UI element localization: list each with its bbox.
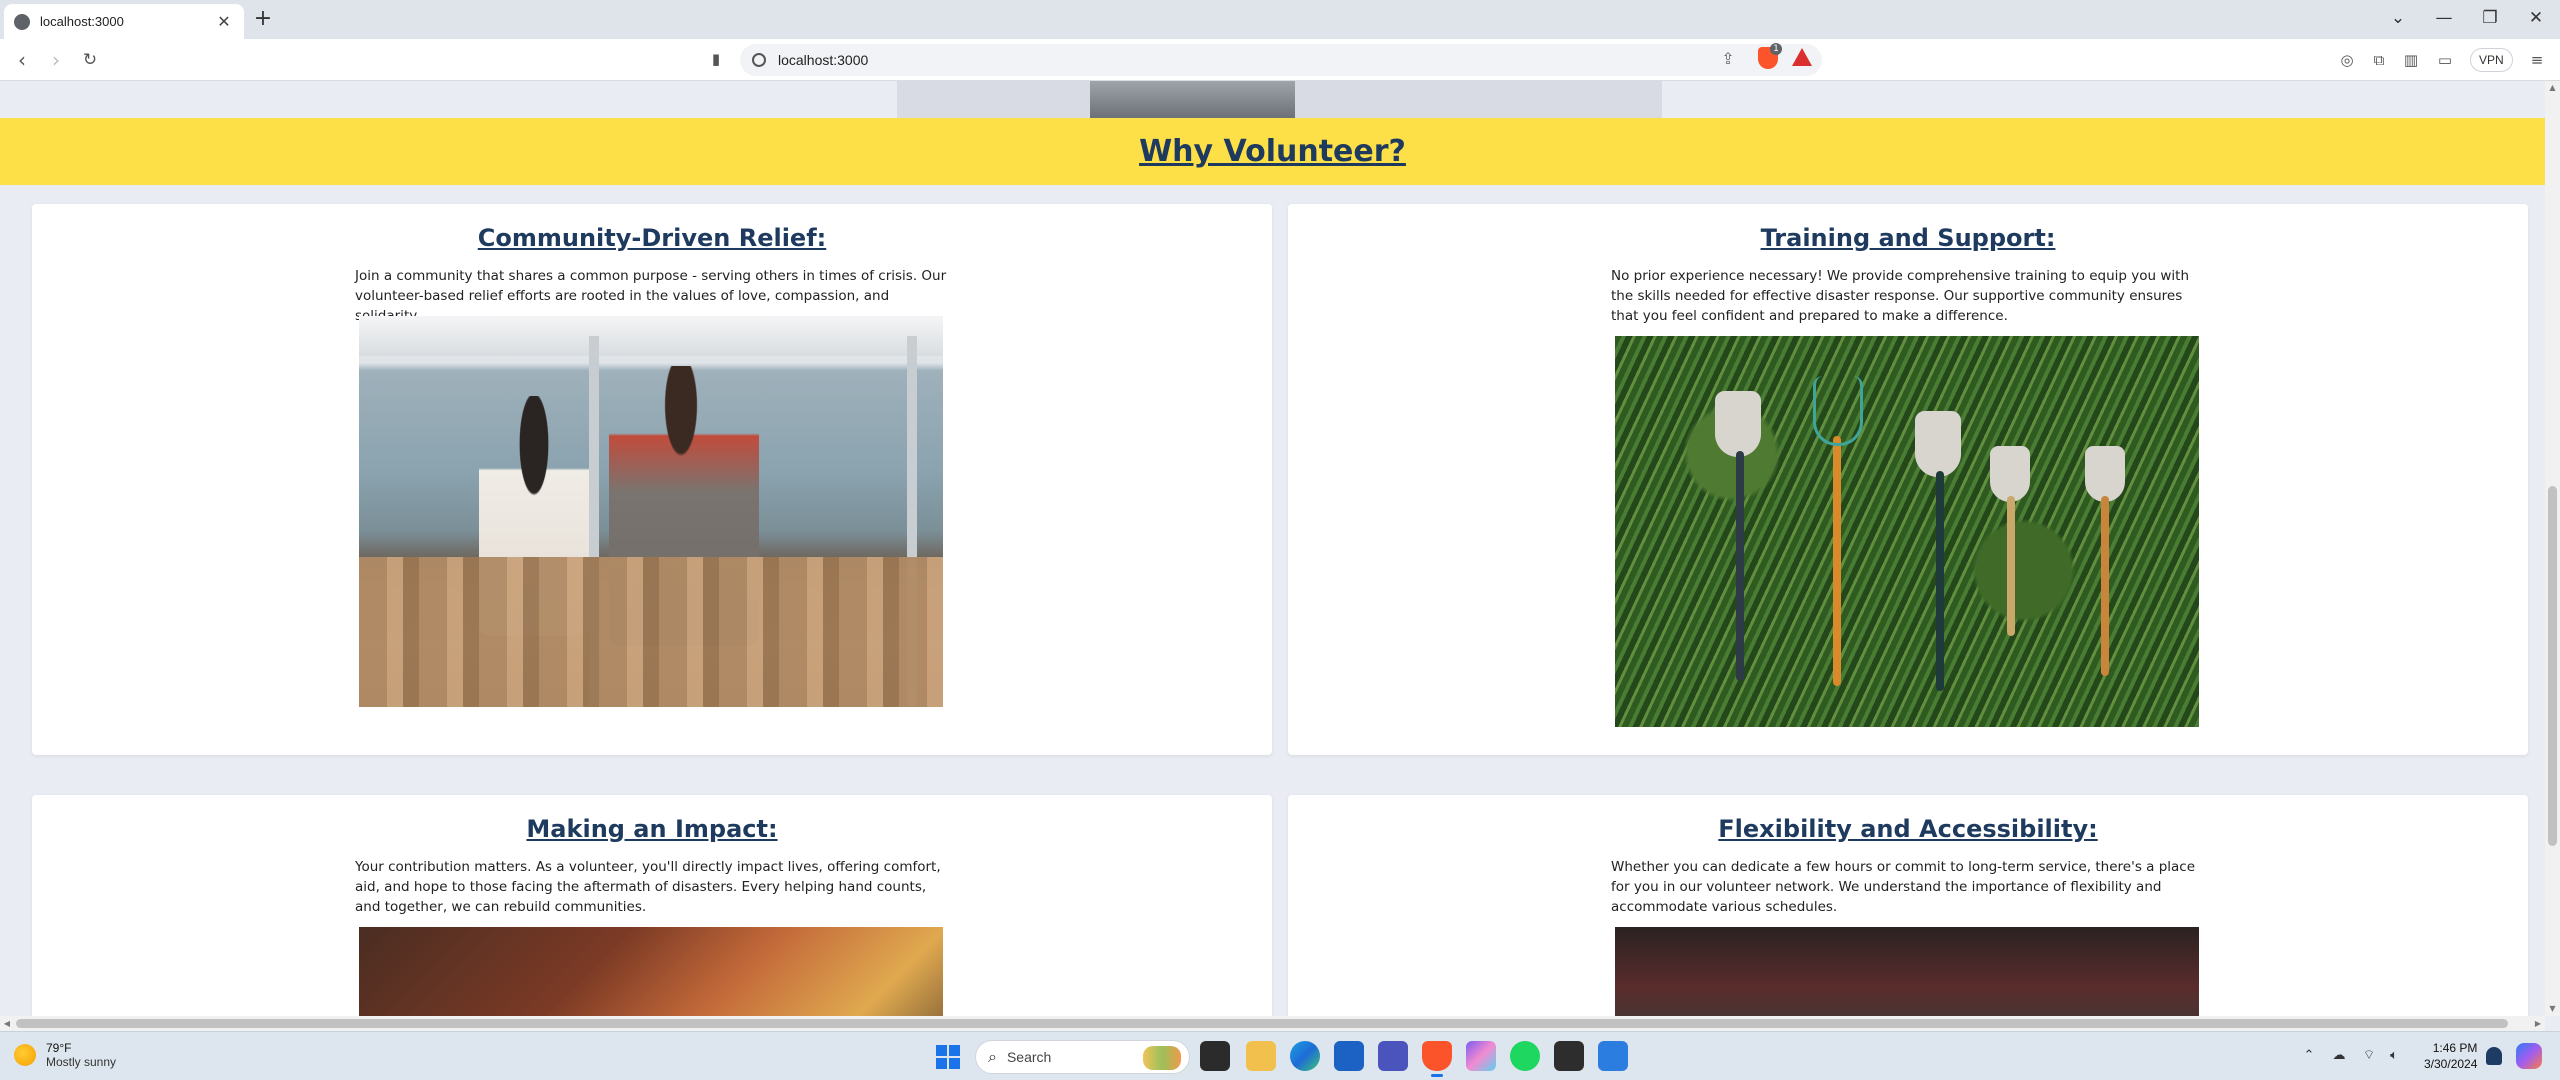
weather-temperature: 79°F [46, 1041, 72, 1055]
extensions-icon[interactable]: ⧉ [2368, 49, 2390, 71]
card-title: Community-Driven Relief: [477, 224, 827, 252]
card-text: Whether you can dedicate a few hours or … [1611, 859, 2196, 915]
trowel-blade [1990, 446, 2030, 502]
reload-icon[interactable]: ↻ [76, 47, 104, 75]
card-training-and-support: Training and Support: No prior experienc… [1288, 204, 2528, 755]
system-clock[interactable]: 1:46 PM 3/30/2024 [2424, 1040, 2477, 1072]
address-bar[interactable]: localhost:3000 [740, 44, 1822, 76]
forward-arrow-icon[interactable]: › [42, 47, 70, 75]
scroll-right-arrow-icon[interactable]: ▶ [2531, 1016, 2545, 1031]
impact-photo [359, 927, 943, 1016]
search-highlight-icon [1143, 1046, 1181, 1070]
accessibility-photo [1615, 927, 2199, 1016]
horizontal-scrollbar[interactable]: ◀ ▶ [0, 1016, 2545, 1031]
tab-close-button[interactable]: ✕ [214, 12, 234, 31]
minimize-button[interactable]: — [2424, 4, 2464, 32]
vpn-button[interactable]: VPN [2470, 48, 2513, 72]
back-arrow-icon[interactable]: ‹ [8, 47, 36, 75]
trowel-handle [2007, 496, 2015, 636]
tab-title: localhost:3000 [40, 14, 124, 29]
shovel-handle [1736, 451, 1744, 681]
volume-icon[interactable]: 🔈︎ [2385, 1047, 2403, 1065]
clock-date: 3/30/2024 [2424, 1057, 2478, 1071]
copilot-icon[interactable] [2516, 1043, 2542, 1069]
terminal-icon[interactable] [1554, 1041, 1584, 1071]
site-info-icon[interactable] [752, 53, 766, 67]
shield-count-badge: 1 [1770, 43, 1782, 55]
vertical-scrollbar[interactable]: ▲ ▼ [2545, 81, 2560, 1016]
scroll-up-arrow-icon[interactable]: ▲ [2545, 81, 2560, 95]
edge-browser-icon[interactable] [1290, 1041, 1320, 1071]
globe-icon [14, 13, 30, 30]
close-window-button[interactable]: ✕ [2516, 4, 2556, 32]
vertical-scroll-thumb[interactable] [2548, 486, 2557, 846]
browser-tab[interactable]: localhost:3000 ✕ [4, 4, 244, 39]
shovel-blade [1915, 411, 1961, 477]
card-community-driven-relief: Community-Driven Relief: Join a communit… [32, 204, 1272, 755]
sidebar-icon[interactable]: ▥ [2400, 49, 2422, 71]
notification-bell-icon[interactable] [2486, 1047, 2502, 1065]
new-tab-button[interactable]: + [250, 7, 276, 33]
weather-description: Mostly sunny [46, 1055, 117, 1069]
spade-blade [2085, 446, 2125, 502]
previous-image-fragment [1090, 81, 1295, 118]
card-title: Flexibility and Accessibility: [1718, 815, 2098, 843]
paper-bags [359, 557, 943, 707]
bookmark-icon[interactable]: ▮ [706, 49, 726, 69]
wifi-icon[interactable]: ⌔ [2360, 1047, 2378, 1065]
scroll-left-arrow-icon[interactable]: ◀ [0, 1016, 14, 1031]
sun-icon [14, 1044, 36, 1066]
scroll-down-arrow-icon[interactable]: ▼ [2545, 1002, 2560, 1016]
weather-widget[interactable]: 79°F Mostly sunny [14, 1041, 116, 1069]
section-banner: Why Volunteer? [0, 118, 2545, 185]
search-icon: ⌕ [988, 1047, 997, 1066]
relief-photo [359, 316, 943, 707]
menu-icon[interactable]: ≡ [2526, 49, 2548, 71]
horizontal-scroll-thumb[interactable] [16, 1019, 2508, 1028]
design-app-icon[interactable] [1466, 1041, 1496, 1071]
windows-taskbar: 79°F Mostly sunny ⌕ Search ⌃ ☁ ⌔ 🔈︎ 1:46… [0, 1031, 2560, 1080]
url-text: localhost:3000 [778, 52, 869, 68]
search-label: Search [1006, 1049, 1052, 1065]
previous-section-image [897, 81, 1662, 118]
tab-search-button[interactable]: ⌄ [2378, 4, 2418, 32]
taskbar-search[interactable]: ⌕ Search [975, 1040, 1190, 1074]
brave-rewards-icon[interactable] [1792, 48, 1812, 66]
card-making-an-impact: Making an Impact: Your contribution matt… [32, 795, 1272, 1016]
spotify-icon[interactable] [1510, 1041, 1540, 1071]
brave-browser-icon[interactable] [1422, 1041, 1452, 1077]
tent-canopy [359, 316, 943, 356]
card-text: No prior experience necessary! We provid… [1611, 268, 2190, 324]
maximize-button[interactable]: ❐ [2470, 4, 2510, 32]
app-window-icon[interactable] [1598, 1041, 1628, 1071]
card-title: Making an Impact: [526, 815, 778, 843]
teams-icon[interactable] [1378, 1041, 1408, 1071]
section-title: Why Volunteer? [1139, 134, 1406, 169]
task-view-icon[interactable] [1200, 1041, 1230, 1071]
share-icon[interactable]: ⇪ [1718, 49, 1738, 69]
cloud-drive-icon[interactable]: ☁ [2330, 1047, 2348, 1065]
leo-ai-icon[interactable]: ◎ [2336, 49, 2358, 71]
pitchfork-handle [1833, 436, 1841, 686]
clock-time: 1:46 PM [2432, 1041, 2478, 1055]
windows-start-icon[interactable] [936, 1045, 960, 1069]
page-viewport: Why Volunteer? Community-Driven Relief: … [0, 81, 2545, 1016]
card-title: Training and Support: [1760, 224, 2056, 252]
card-text: Your contribution matters. As a voluntee… [355, 859, 941, 915]
card-flexibility-and-accessibility: Flexibility and Accessibility: Whether y… [1288, 795, 2528, 1016]
microsoft-store-icon[interactable] [1334, 1041, 1364, 1071]
spade-handle [2101, 496, 2109, 676]
browser-toolbar: ‹ › ↻ ▮ localhost:3000 ⇪ 1 ◎ ⧉ ▥ ▭ VPN ≡ [0, 39, 2560, 81]
shovel-blade [1715, 391, 1761, 457]
wallet-icon[interactable]: ▭ [2434, 49, 2456, 71]
pitchfork-tines [1813, 376, 1863, 446]
browser-tab-bar: localhost:3000 ✕ + ⌄ — ❐ ✕ [0, 0, 2560, 39]
file-explorer-icon[interactable] [1246, 1041, 1276, 1071]
shovel-handle [1936, 471, 1944, 691]
garden-tools-photo [1615, 336, 2199, 727]
chevron-up-icon[interactable]: ⌃ [2300, 1047, 2318, 1065]
